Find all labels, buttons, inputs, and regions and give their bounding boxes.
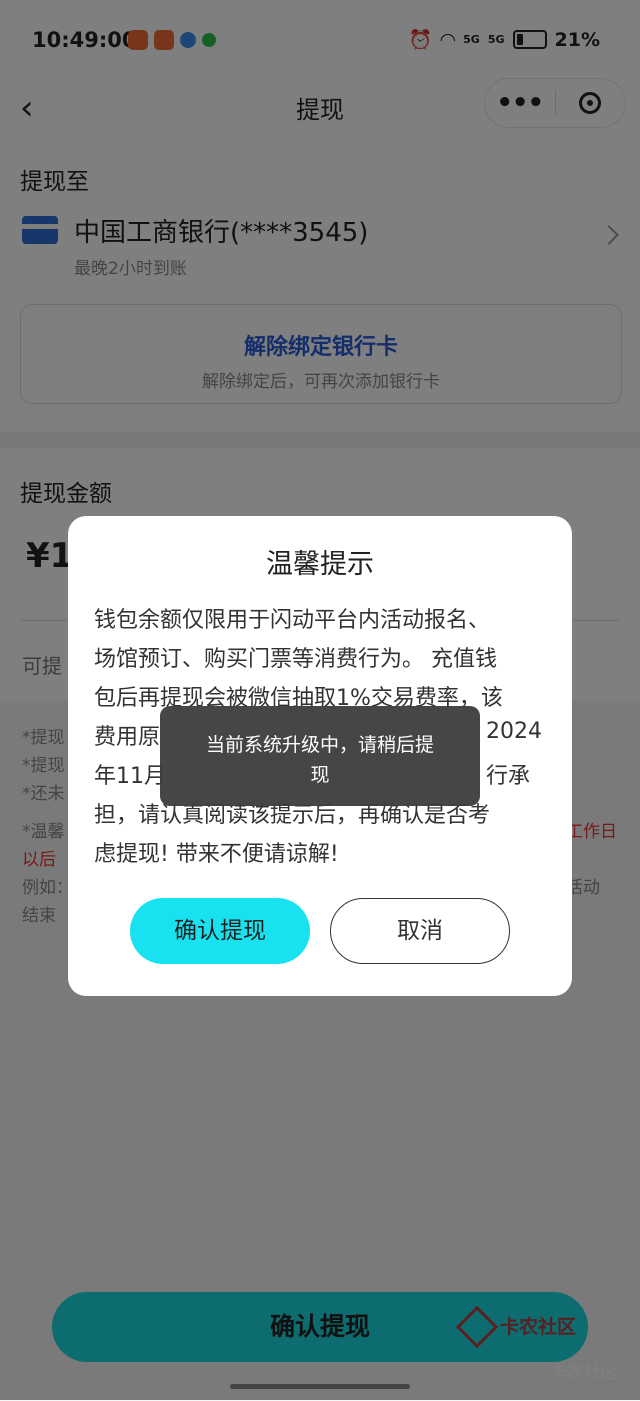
cancel-button[interactable]: 取消 xyxy=(330,898,510,964)
dialog-text-line: 虑提现! 带来不便请谅解! xyxy=(94,842,339,867)
toast-text-line: 当前系统升级中，请稍后提 xyxy=(205,734,434,756)
confirm-withdraw-button[interactable]: 确认提现 xyxy=(130,898,310,964)
toast-text-line: 现 xyxy=(310,764,330,786)
dialog-text-line: 行承 xyxy=(486,764,531,789)
system-toast: 当前系统升级中，请稍后提 现 xyxy=(160,706,480,806)
dialog-text-line: 费用原 xyxy=(94,725,161,750)
dialog-text-line: 年11月 xyxy=(94,764,166,789)
dialog-text-line: 钱包余额仅限用于闪动平台内活动报名、 xyxy=(94,608,491,633)
dialog-title: 温馨提示 xyxy=(266,549,374,580)
dialog-text-line: 场馆预订、购买门票等消费行为。 充值钱 xyxy=(94,647,497,672)
dialog-text-line: 2024 xyxy=(486,719,542,744)
